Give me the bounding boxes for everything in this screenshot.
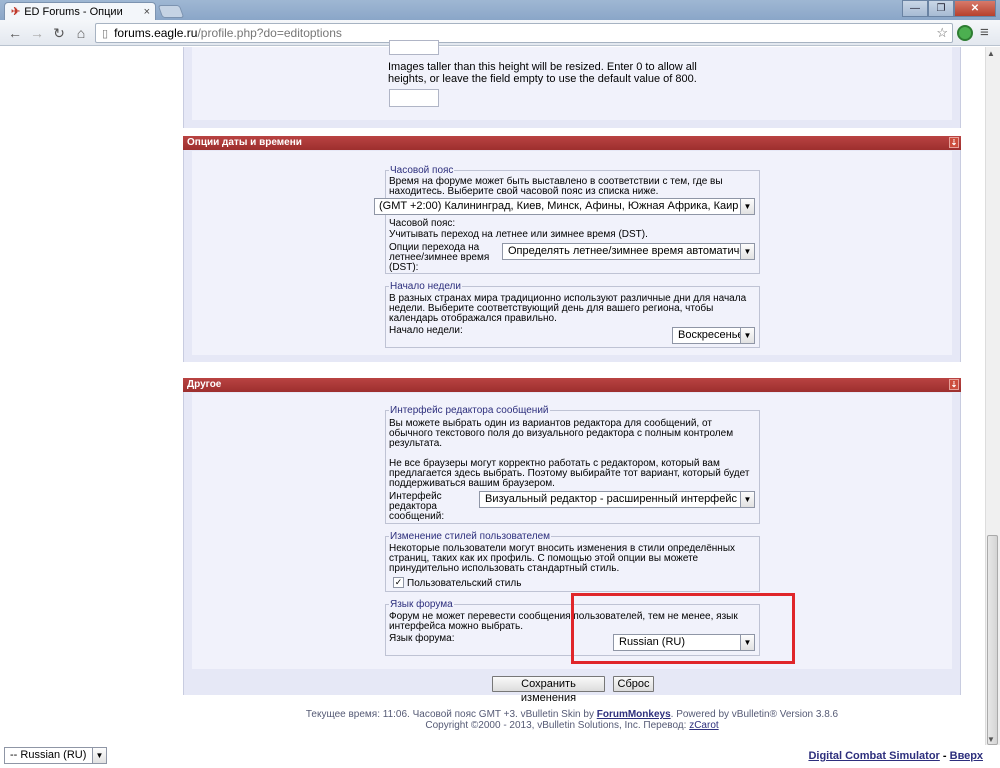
dst-note: Учитывать переход на летнее или зимнее в… [389,229,648,240]
section-header-datetime[interactable]: Опции даты и времени ⇣ [183,136,961,150]
week-selected: Воскресенье [678,329,744,341]
scroll-up-arrow-icon[interactable]: ▲ [987,49,995,58]
custom-style-checkbox[interactable]: ✓ [393,577,404,588]
window-controls: — ❐ ✕ [902,0,996,17]
bottom-links: Digital Combat Simulator - Вверх [808,750,983,762]
url-path: /profile.php?do=editoptions [197,26,342,40]
chevron-down-icon: ▼ [740,199,754,214]
dst-selected: Определять летнее/зимнее время автоматич… [508,245,755,257]
dst-select[interactable]: Определять летнее/зимнее время автоматич… [502,243,755,260]
save-changes-button[interactable]: Сохранить изменения [492,676,605,704]
translator-link[interactable]: zCarot [689,720,718,731]
footer-time-text: Текущее время: 11:06. Часовой пояс GMT +… [305,709,594,720]
section-title-other: Другое [187,379,222,390]
language-legend: Язык форума [389,599,454,610]
red-highlight-box [571,593,795,664]
language-label: Язык форума: [389,633,455,644]
window-close-button[interactable]: ✕ [954,0,996,17]
week-desc-3: календарь отображался правильно. [389,313,557,324]
footer-line-1: Текущее время: 11:06. Часовой пояс GMT +… [183,709,961,720]
tab-close-icon[interactable]: × [144,6,150,18]
page-icon: ▯ [102,27,109,40]
footer-powered-text: . Powered by vBulletin® Version 3.8.6 [670,709,839,720]
bottom-separator: - [939,750,950,762]
scrollbar-thumb[interactable] [987,535,998,745]
timezone-desc-2: находитесь. Выберите свой часовой пояс и… [389,186,659,197]
forward-arrow-icon[interactable]: → [28,24,46,42]
minimize-button[interactable]: — [902,0,928,17]
section-header-other[interactable]: Другое ⇣ [183,378,961,392]
editor-label-3: сообщений: [389,511,445,522]
editor-select[interactable]: Визуальный редактор - расширенный интерф… [479,491,755,508]
bottom-language-selected: -- Russian (RU) [10,749,87,761]
editor-desc-6: поддерживаться вашим браузером. [389,478,555,489]
maximize-button[interactable]: ❐ [928,0,954,17]
collapse-icon[interactable]: ⇣ [949,137,959,148]
back-arrow-icon[interactable]: ← [6,24,24,42]
chevron-down-icon: ▼ [92,748,106,763]
extension-icon[interactable] [957,25,973,41]
timezone-selected: (GMT +2:00) Калининград, Киев, Минск, Аф… [379,200,739,212]
chevron-down-icon: ▼ [740,492,754,507]
skin-author-link[interactable]: ForumMonkeys [597,709,671,720]
address-bar[interactable]: ▯ forums.eagle.ru /profile.php?do=editop… [95,23,953,43]
footer-line-2: Copyright ©2000 - 2013, vBulletin Soluti… [183,720,961,731]
editor-legend: Интерфейс редактора сообщений [389,405,550,416]
styles-legend: Изменение стилей пользователем [389,531,552,542]
week-start-select[interactable]: Воскресенье ▼ [672,327,755,344]
wrench-menu-icon[interactable]: ≡ [980,24,989,41]
footer-copyright-text: Copyright ©2000 - 2013, vBulletin Soluti… [425,720,687,731]
image-width-input[interactable] [389,40,439,55]
collapse-icon[interactable]: ⇣ [949,379,959,390]
week-start-legend: Начало недели [389,281,462,292]
url-host: forums.eagle.ru [114,26,198,40]
section-title-datetime: Опции даты и времени [187,137,302,148]
timezone-select[interactable]: (GMT +2:00) Калининград, Киев, Минск, Аф… [374,198,755,215]
chevron-down-icon: ▼ [740,244,754,259]
browser-tab[interactable]: ✈ ED Forums - Опции × [4,2,156,20]
image-height-input[interactable] [389,89,439,107]
back-to-top-link[interactable]: Вверх [950,750,983,762]
scroll-down-arrow-icon[interactable]: ▼ [987,735,995,744]
site-link[interactable]: Digital Combat Simulator [808,750,939,762]
image-height-help-2: heights, or leave the field empty to use… [388,73,697,85]
browser-toolbar: ← → ↻ ⌂ ▯ forums.eagle.ru /profile.php?d… [0,20,1000,46]
timezone-label: Часовой пояс: [389,218,456,229]
reset-button[interactable]: Сброс [613,676,654,692]
language-desc-2: интерфейса можно выбрать. [389,621,523,632]
editor-desc-3: результата. [389,438,443,449]
browser-titlebar: ✈ ED Forums - Опции × — ❐ ✕ [0,0,1000,20]
timezone-legend: Часовой пояс [389,165,455,176]
home-icon[interactable]: ⌂ [72,24,90,42]
chevron-down-icon: ▼ [740,328,754,343]
new-tab-button[interactable] [157,5,185,18]
reload-icon[interactable]: ↻ [50,24,68,42]
custom-style-label[interactable]: Пользовательский стиль [407,578,521,589]
eagle-favicon-icon: ✈ [11,6,21,18]
editor-selected: Визуальный редактор - расширенный интерф… [485,493,737,505]
bookmark-star-icon[interactable]: ☆ [936,25,948,41]
tab-title: ED Forums - Опции [24,5,123,18]
week-label: Начало недели: [389,325,463,336]
bottom-language-select[interactable]: -- Russian (RU) ▼ [4,747,107,764]
dst-label-3: (DST): [389,262,419,273]
styles-desc-3: принудительно использовать стандартный с… [389,563,620,574]
